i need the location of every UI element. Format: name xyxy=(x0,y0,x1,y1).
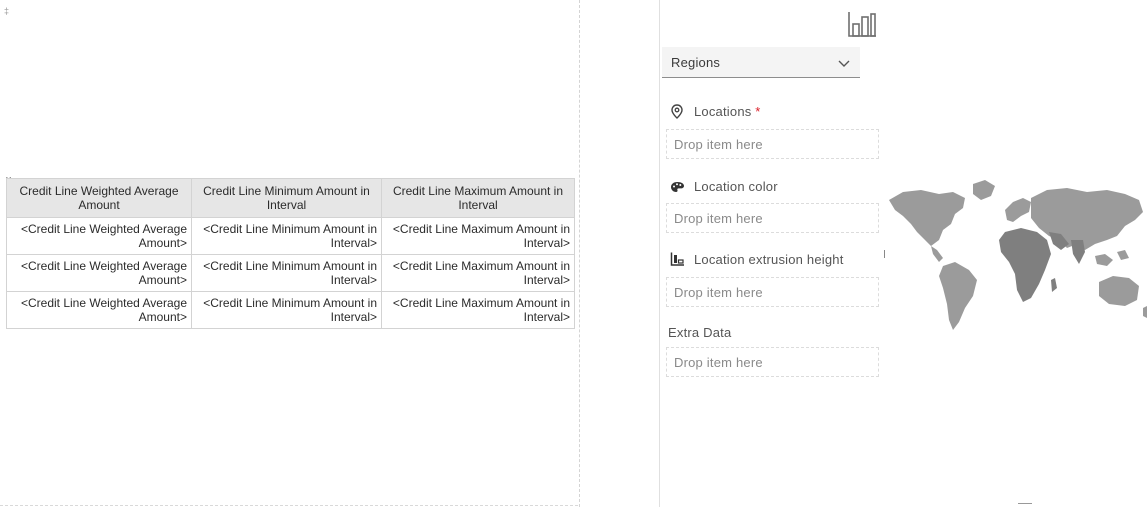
drop-zone-placeholder: Drop item here xyxy=(674,137,763,152)
table-cell[interactable]: <Credit Line Weighted Average Amount> xyxy=(6,217,192,255)
drop-zone-placeholder: Drop item here xyxy=(674,355,763,370)
drop-zone-placeholder: Drop item here xyxy=(674,211,763,226)
table-cell[interactable]: <Credit Line Minimum Amount in Interval> xyxy=(191,291,382,329)
extrusion-height-drop-zone[interactable]: Drop item here xyxy=(666,277,879,307)
world-map-image xyxy=(889,180,1147,330)
table-cell[interactable]: <Credit Line Maximum Amount in Interval> xyxy=(381,217,575,255)
extrusion-height-icon xyxy=(670,252,685,271)
table-row: <Credit Line Weighted Average Amount> <C… xyxy=(6,217,575,255)
map-preview xyxy=(881,0,1147,507)
column-header[interactable]: Credit Line Maximum Amount in Interval xyxy=(381,178,575,218)
locations-slot-label: Locations * xyxy=(694,104,761,119)
table-cell[interactable]: <Credit Line Minimum Amount in Interval> xyxy=(191,217,382,255)
page-boundary-bottom xyxy=(0,505,578,506)
location-color-slot-label: Location color xyxy=(694,179,778,194)
report-canvas: ‡ ∷ Credit Line Weighted Average Amount … xyxy=(0,0,580,507)
drop-zone-placeholder: Drop item here xyxy=(674,285,763,300)
credit-line-table: Credit Line Weighted Average Amount Cred… xyxy=(6,178,575,329)
extrusion-height-slot-label: Location extrusion height xyxy=(694,252,844,267)
table-header-row: Credit Line Weighted Average Amount Cred… xyxy=(6,178,575,218)
chevron-down-icon xyxy=(838,56,850,68)
report-corner-marker: ‡ xyxy=(4,6,10,16)
table-cell[interactable]: <Credit Line Maximum Amount in Interval> xyxy=(381,254,575,292)
page-boundary-divider xyxy=(579,0,580,507)
visualization-fields-panel: Regions Locations * Drop item here Locat… xyxy=(659,0,882,507)
table-cell[interactable]: <Credit Line Maximum Amount in Interval> xyxy=(381,291,575,329)
location-pin-icon xyxy=(671,104,683,124)
required-asterisk: * xyxy=(755,104,761,119)
locations-label-text: Locations xyxy=(694,104,752,119)
locations-drop-zone[interactable]: Drop item here xyxy=(666,129,879,159)
dropdown-selected-value: Regions xyxy=(671,55,721,70)
table-cell[interactable]: <Credit Line Weighted Average Amount> xyxy=(6,254,192,292)
extra-data-drop-zone[interactable]: Drop item here xyxy=(666,347,879,377)
table-cell[interactable]: <Credit Line Weighted Average Amount> xyxy=(6,291,192,329)
location-color-drop-zone[interactable]: Drop item here xyxy=(666,203,879,233)
column-header[interactable]: Credit Line Minimum Amount in Interval xyxy=(191,178,382,218)
bar-chart-icon[interactable] xyxy=(847,11,877,37)
column-header[interactable]: Credit Line Weighted Average Amount xyxy=(6,178,192,218)
extra-data-slot-label: Extra Data xyxy=(668,325,732,340)
table-cell[interactable]: <Credit Line Minimum Amount in Interval> xyxy=(191,254,382,292)
region-type-dropdown[interactable]: Regions xyxy=(662,47,860,78)
map-scroll-indicator xyxy=(1018,503,1032,504)
table-row: <Credit Line Weighted Average Amount> <C… xyxy=(6,291,575,329)
table-row: <Credit Line Weighted Average Amount> <C… xyxy=(6,254,575,292)
color-palette-icon xyxy=(670,180,685,198)
